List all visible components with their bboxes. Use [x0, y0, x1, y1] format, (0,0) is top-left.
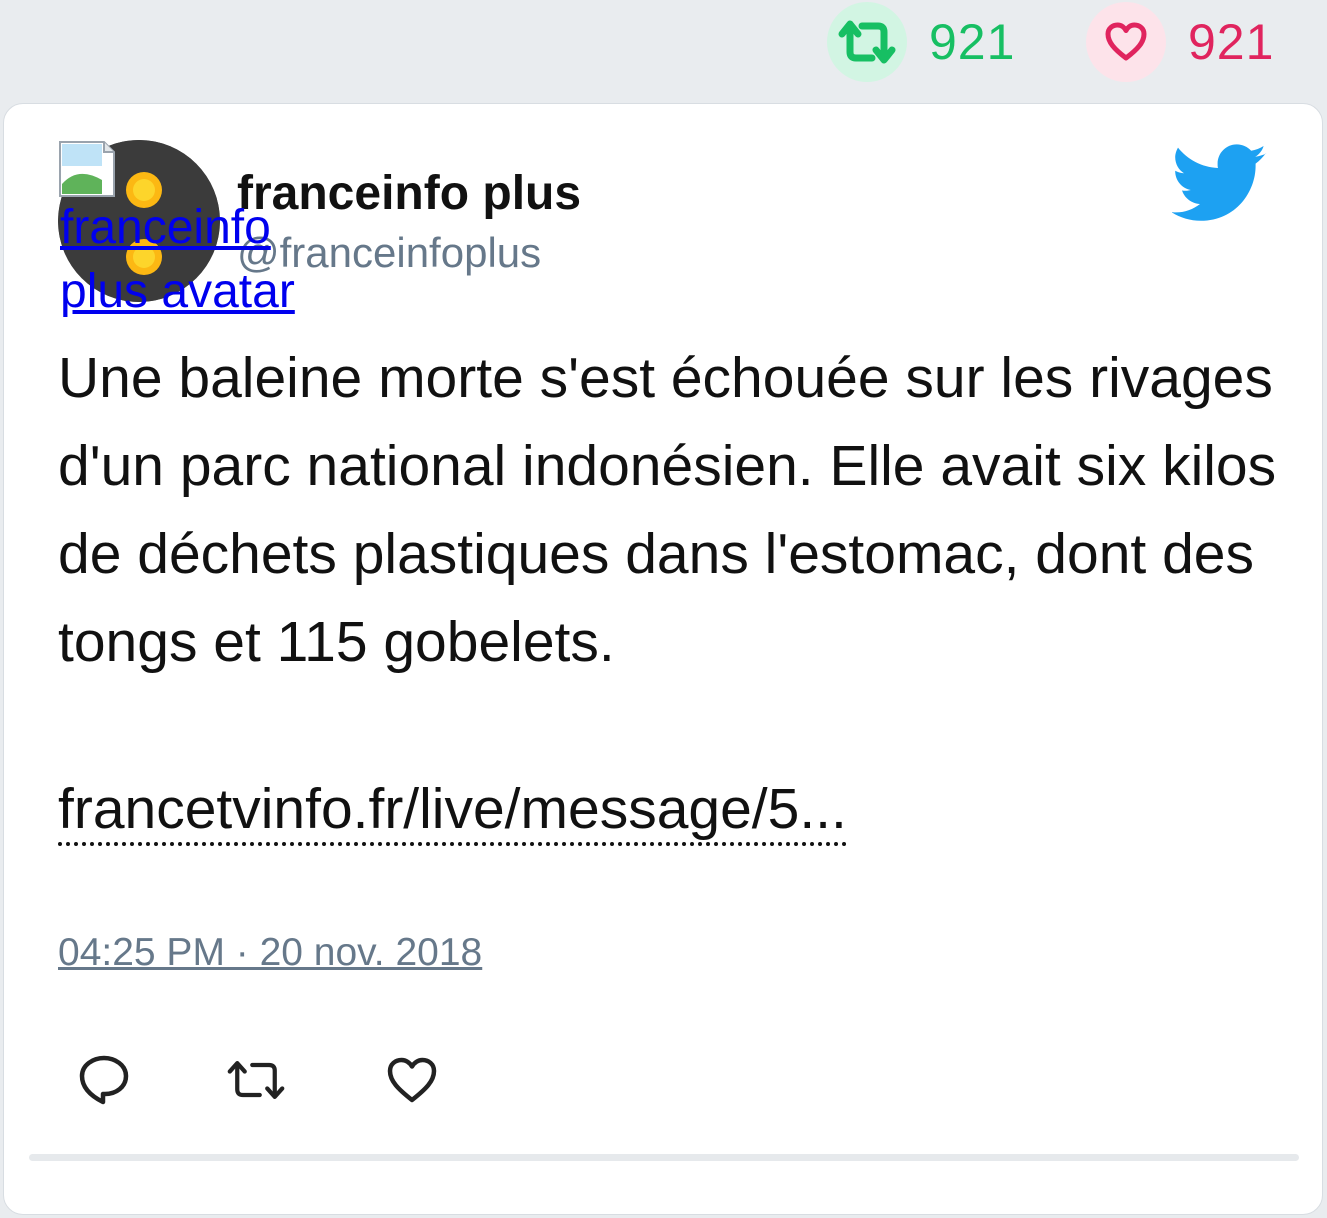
tweet-link[interactable]: francetvinfo.fr/live/message/5...	[58, 776, 847, 846]
broken-image-icon	[59, 141, 115, 197]
tweet-timestamp[interactable]: 04:25 PM · 20 nov. 2018	[58, 931, 482, 975]
tweet-card: franceinfo plus avatar franceinfo plus @…	[3, 103, 1323, 1215]
like-count: 921	[1188, 14, 1275, 70]
heart-icon	[387, 1057, 437, 1103]
retweet-icon	[827, 2, 907, 82]
retweet-count: 921	[929, 14, 1016, 70]
heart-icon	[1086, 2, 1166, 82]
divider	[29, 1154, 1299, 1161]
retweet-button[interactable]	[226, 1050, 286, 1110]
avatar[interactable]: franceinfo plus avatar	[58, 140, 295, 318]
like-button[interactable]	[382, 1050, 442, 1110]
avatar-alt-link[interactable]: franceinfo plus avatar	[60, 196, 320, 324]
reply-icon	[79, 1055, 129, 1105]
tweet-text: Une baleine morte s'est échouée sur les …	[58, 346, 1277, 674]
tweet-actions	[74, 1050, 442, 1110]
twitter-bird-icon[interactable]	[1171, 144, 1268, 229]
retweet-stat[interactable]: 921	[827, 2, 1015, 82]
engagement-stats: 921 921	[0, 0, 1327, 100]
like-stat[interactable]: 921	[1086, 2, 1274, 82]
reply-button[interactable]	[74, 1050, 134, 1110]
retweet-icon	[227, 1061, 285, 1099]
